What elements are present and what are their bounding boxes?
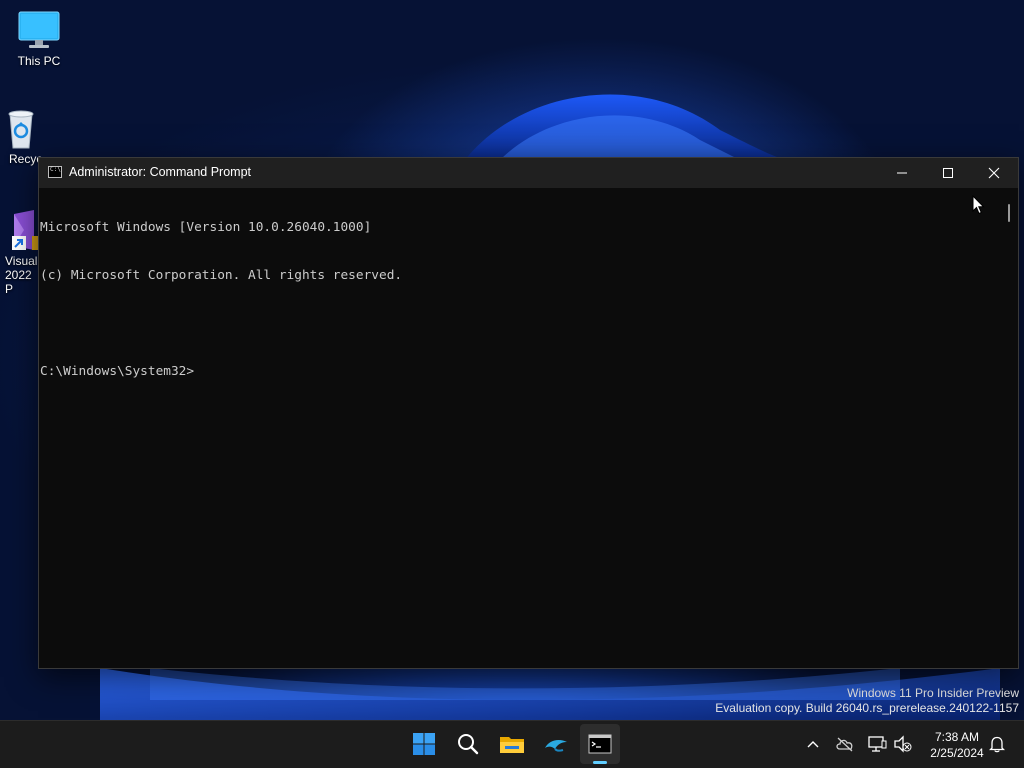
window-title: Administrator: Command Prompt <box>69 165 252 179</box>
console-line: (c) Microsoft Corporation. All rights re… <box>40 268 403 283</box>
clock-time: 7:38 AM <box>934 730 980 744</box>
minimize-button[interactable] <box>879 158 925 188</box>
desktop-icon-visual-studio[interactable]: Visual 2022 P <box>0 208 40 296</box>
cloud-offline-icon <box>836 737 853 752</box>
file-explorer-icon <box>500 737 524 753</box>
desktop-icon-label: This PC <box>17 54 61 68</box>
onedrive-tray-button[interactable] <box>834 733 856 755</box>
scrollbar-thumb[interactable] <box>1008 204 1010 222</box>
start-icon <box>413 733 435 755</box>
dolphin-app-button[interactable] <box>536 724 576 764</box>
volume-tray-button[interactable] <box>892 733 914 755</box>
recycle-bin-icon <box>1 106 41 150</box>
console-prompt-line: C:\Windows\System32> <box>40 364 195 379</box>
visual-studio-icon <box>0 208 40 252</box>
minimize-icon <box>897 172 907 174</box>
console-line: Microsoft Windows [Version 10.0.26040.10… <box>40 220 372 235</box>
desktop-icon-label: Recyc <box>9 152 41 166</box>
bell-icon <box>989 736 1005 753</box>
command-prompt-window[interactable]: C:\ Administrator: Command Prompt Micros… <box>38 157 1019 669</box>
clock-date: 2/25/2024 <box>930 746 984 760</box>
mouse-cursor-icon <box>972 194 986 219</box>
chevron-up-icon <box>807 741 819 748</box>
system-clock[interactable]: 7:38 AM 2/25/2024 <box>918 729 996 761</box>
evaluation-watermark: Windows 11 Pro Insider Preview Evaluatio… <box>715 686 1019 715</box>
show-hidden-icons-button[interactable] <box>802 733 824 755</box>
file-explorer-button[interactable] <box>492 724 532 764</box>
search-icon <box>458 734 479 755</box>
command-prompt-taskbar-button[interactable] <box>580 724 620 764</box>
close-icon <box>988 167 1000 179</box>
desktop-icon-this-pc[interactable]: This PC <box>1 10 77 68</box>
command-prompt-title-icon: C:\ <box>48 166 62 178</box>
desktop-icon-label: Visual 2022 P <box>5 254 38 296</box>
active-app-indicator <box>593 761 607 764</box>
network-icon <box>868 736 887 752</box>
notifications-button[interactable] <box>986 733 1008 755</box>
close-button[interactable] <box>971 158 1017 188</box>
desktop-icon-recycle-bin[interactable]: Recyc <box>1 106 41 166</box>
maximize-button[interactable] <box>925 158 971 188</box>
console-output[interactable]: Microsoft Windows [Version 10.0.26040.10… <box>39 188 1001 666</box>
command-prompt-icon <box>588 734 612 754</box>
title-bar[interactable]: C:\ Administrator: Command Prompt <box>39 158 1018 188</box>
network-tray-button[interactable] <box>866 733 888 755</box>
taskbar: 7:38 AM 2/25/2024 <box>0 720 1024 768</box>
start-button[interactable] <box>404 724 444 764</box>
volume-muted-icon <box>894 735 912 753</box>
vertical-scrollbar[interactable] <box>1001 188 1018 666</box>
maximize-icon <box>943 168 953 178</box>
dolphin-app-icon <box>545 740 567 752</box>
computer-monitor-icon <box>17 10 61 50</box>
search-button[interactable] <box>448 724 488 764</box>
